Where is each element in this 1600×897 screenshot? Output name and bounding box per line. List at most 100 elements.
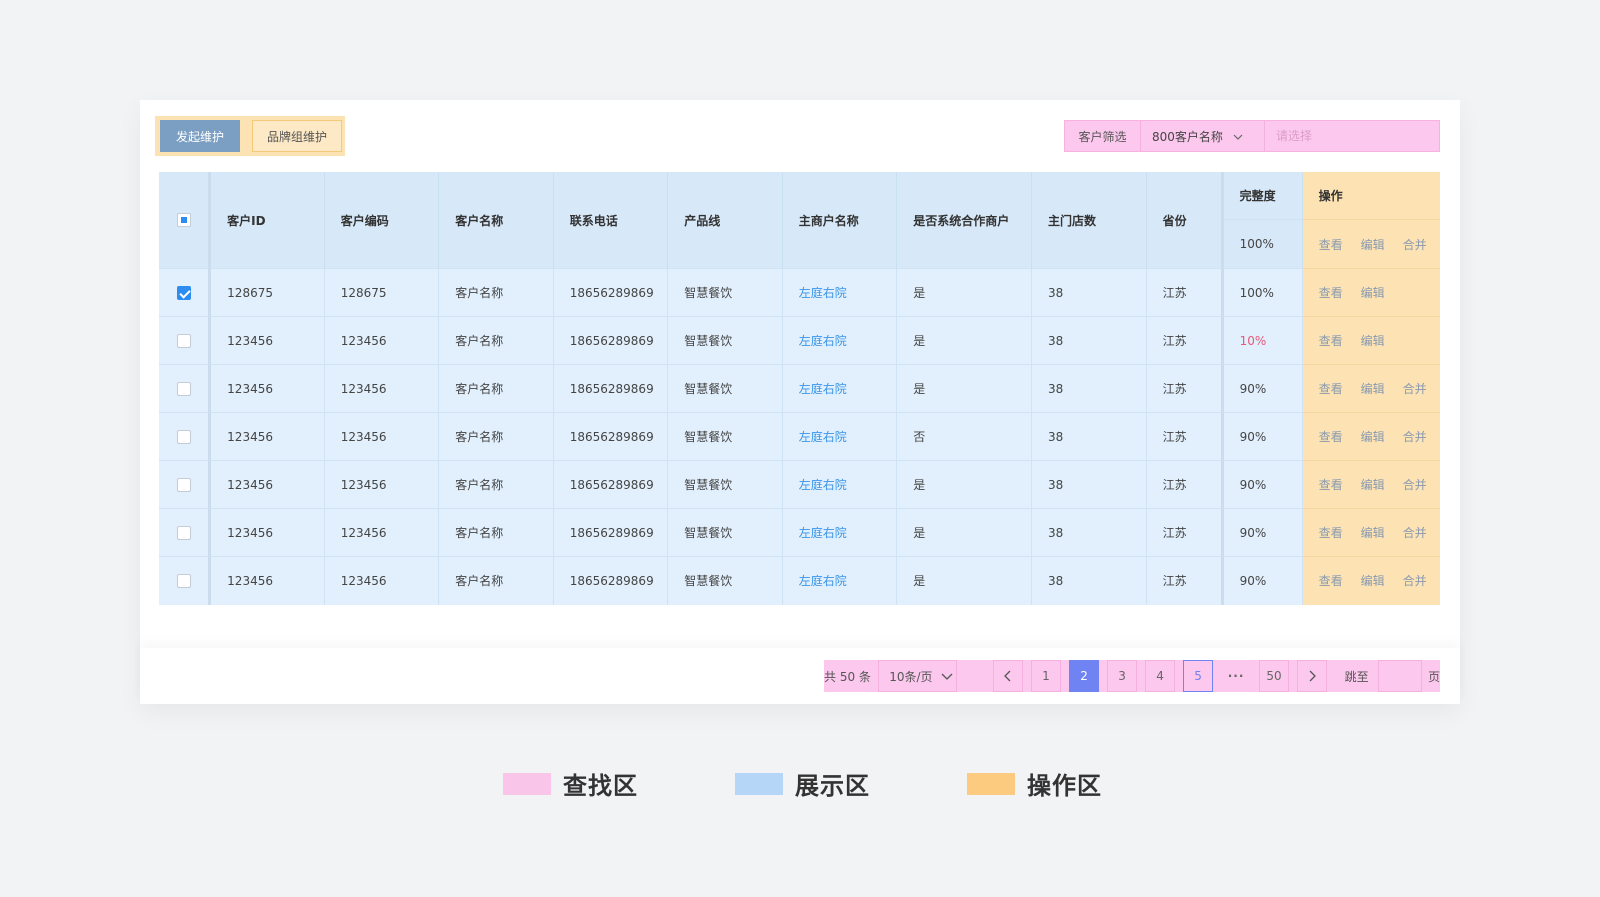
table-body: 128675 128675 客户名称 18656289869 智慧餐饮 左庭右院是 38 江苏… (159, 268, 1440, 605)
cell-customer-name: 客户名称 (438, 460, 554, 509)
customer-filter: 客户筛选 800客户名称 (1064, 120, 1440, 152)
pagination: 共 50 条 10条/页 1 2 3 4 5 ··· 50 跳至 页 (824, 660, 1440, 692)
merge-link[interactable]: 合并 (1403, 428, 1427, 445)
chevron-left-icon (1004, 670, 1011, 682)
filter-value-input[interactable] (1265, 121, 1439, 151)
edit-link[interactable]: 编辑 (1361, 332, 1385, 349)
jump-page-input[interactable] (1378, 660, 1423, 692)
edit-link[interactable]: 编辑 (1361, 476, 1385, 493)
cell-operations: 查看 编辑 合并 (1302, 364, 1440, 413)
table-row[interactable]: 123456 123456 客户名称 18656289869 智慧餐饮 左庭右院否 38 江苏… (159, 412, 1440, 461)
row-checkbox[interactable] (176, 429, 191, 444)
edit-link[interactable]: 编辑 (1361, 380, 1385, 397)
header-customer-code: 客户编码 (324, 172, 440, 269)
cell-main-store-count: 38 (1031, 412, 1147, 461)
cell-phone: 18656289869 (553, 508, 669, 557)
row-checkbox[interactable] (176, 574, 191, 588)
edit-link[interactable]: 编辑 (1361, 524, 1385, 541)
select-all-cell (159, 172, 212, 269)
cell-customer-name: 客户名称 (438, 556, 554, 605)
cell-main-merchant: 左庭右院 (782, 316, 898, 365)
table-row[interactable]: 123456 123456 客户名称 18656289869 智慧餐饮 左庭右院是 38 江苏… (159, 556, 1440, 605)
legend-swatch (967, 772, 1015, 795)
merchant-link[interactable]: 左庭右院 (799, 478, 847, 492)
row-checkbox[interactable] (176, 525, 191, 540)
merchant-link[interactable]: 左庭右院 (799, 382, 847, 396)
row-select-cell (159, 412, 212, 461)
page-50[interactable]: 50 (1259, 660, 1290, 692)
table-row[interactable]: 123456 123456 客户名称 18656289869 智慧餐饮 左庭右院是 38 江苏… (159, 316, 1440, 365)
cell-phone: 18656289869 (553, 460, 669, 509)
cell-is-partner: 否 (896, 412, 1033, 461)
header-main-merchant: 主商户名称 (782, 172, 898, 269)
cell-customer-id: 123456 (209, 508, 325, 557)
chevron-down-icon (1233, 129, 1243, 143)
header-operations-links: 查看 编辑 合并 (1303, 220, 1440, 268)
row-checkbox[interactable] (176, 285, 191, 300)
view-link[interactable]: 查看 (1319, 524, 1343, 541)
view-link[interactable]: 查看 (1319, 332, 1343, 349)
view-link[interactable]: 查看 (1319, 428, 1343, 445)
row-checkbox[interactable] (176, 381, 191, 396)
cell-main-store-count: 38 (1031, 364, 1147, 413)
cell-completeness: 90% (1220, 556, 1303, 605)
view-link[interactable]: 查看 (1319, 572, 1343, 589)
filter-field-select[interactable]: 800客户名称 (1141, 121, 1265, 151)
table-row[interactable]: 123456 123456 客户名称 18656289869 智慧餐饮 左庭右院是 38 江苏… (159, 364, 1440, 413)
merge-link[interactable]: 合并 (1403, 380, 1427, 397)
cell-main-store-count: 38 (1031, 556, 1147, 605)
header-operations-label: 操作 (1302, 172, 1440, 220)
table-row[interactable]: 123456 123456 客户名称 18656289869 智慧餐饮 左庭右院是 38 江苏… (159, 460, 1440, 509)
legend-item-operation: 操作区 (967, 766, 1102, 801)
row-checkbox[interactable] (176, 477, 191, 492)
edit-link[interactable]: 编辑 (1361, 428, 1385, 445)
customer-table: 客户ID 客户编码 客户名称 联系电话 产品线 主商户名称 是否系统合作商户 主… (159, 172, 1440, 605)
select-all-checkbox[interactable] (176, 213, 191, 228)
merge-link[interactable]: 合并 (1403, 572, 1427, 589)
merchant-link[interactable]: 左庭右院 (799, 526, 847, 540)
merchant-link[interactable]: 左庭右院 (799, 334, 847, 348)
cell-completeness: 90% (1220, 364, 1303, 413)
next-page-button[interactable] (1297, 660, 1328, 692)
cell-main-merchant: 左庭右院 (782, 412, 898, 461)
table-row[interactable]: 128675 128675 客户名称 18656289869 智慧餐饮 左庭右院是 38 江苏… (159, 268, 1440, 317)
view-link[interactable]: 查看 (1319, 476, 1343, 493)
page-size-select[interactable]: 10条/页 (878, 660, 958, 692)
batch-edit-link[interactable]: 编辑 (1361, 236, 1385, 253)
edit-link[interactable]: 编辑 (1361, 284, 1385, 301)
batch-merge-link[interactable]: 合并 (1403, 236, 1427, 253)
view-link[interactable]: 查看 (1319, 380, 1343, 397)
page-2[interactable]: 2 (1069, 660, 1100, 692)
brand-group-maintenance-button[interactable]: 品牌组维护 (252, 120, 342, 152)
legend-swatch (503, 772, 551, 795)
row-select-cell (159, 460, 212, 509)
row-checkbox[interactable] (176, 333, 191, 348)
merge-link[interactable]: 合并 (1403, 524, 1427, 541)
start-maintenance-button[interactable]: 发起维护 (160, 120, 240, 152)
cell-main-merchant: 左庭右院 (782, 268, 898, 317)
cell-product-line: 智慧餐饮 (667, 412, 783, 461)
page-3[interactable]: 3 (1107, 660, 1138, 692)
cell-main-store-count: 38 (1031, 268, 1147, 317)
merchant-link[interactable]: 左庭右院 (799, 286, 847, 300)
cell-operations: 查看 编辑 合并 (1302, 412, 1440, 461)
row-select-cell (159, 316, 212, 365)
page-ellipsis[interactable]: ··· (1221, 660, 1251, 692)
jump-label: 跳至 (1344, 669, 1369, 684)
cell-completeness: 90% (1220, 412, 1303, 461)
cell-is-partner: 是 (896, 460, 1033, 509)
merchant-link[interactable]: 左庭右院 (799, 574, 847, 588)
table-row[interactable]: 123456 123456 客户名称 18656289869 智慧餐饮 左庭右院是 38 江苏… (159, 508, 1440, 557)
batch-view-link[interactable]: 查看 (1319, 236, 1343, 253)
page-5[interactable]: 5 (1183, 660, 1214, 692)
prev-page-button[interactable] (992, 660, 1023, 692)
legend-swatch (735, 772, 783, 795)
edit-link[interactable]: 编辑 (1361, 572, 1385, 589)
page-4[interactable]: 4 (1145, 660, 1176, 692)
merchant-link[interactable]: 左庭右院 (799, 430, 847, 444)
merge-link[interactable]: 合并 (1403, 476, 1427, 493)
view-link[interactable]: 查看 (1319, 284, 1343, 301)
cell-phone: 18656289869 (553, 364, 669, 413)
cell-operations: 查看 编辑 合并 (1302, 556, 1440, 605)
page-1[interactable]: 1 (1030, 660, 1062, 692)
